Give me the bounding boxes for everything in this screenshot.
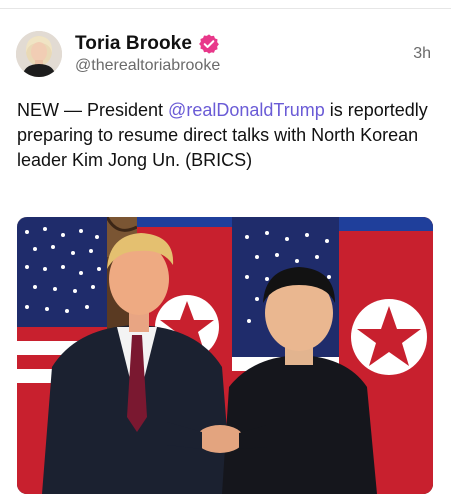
author-display-name[interactable]: Toria Brooke (75, 33, 192, 55)
post-timestamp[interactable]: 3h (413, 45, 431, 63)
post-photo[interactable] (17, 217, 433, 494)
author-handle[interactable]: @therealtoriabrooke (75, 57, 220, 75)
post-text: NEW — President @realDonaldTrump is repo… (17, 98, 437, 173)
author-row: Toria Brooke (75, 31, 220, 57)
verified-badge-icon (198, 33, 220, 55)
post-text-prefix: NEW — President (17, 100, 169, 120)
mention-link[interactable]: @realDonaldTrump (168, 100, 325, 120)
post-card[interactable]: Toria Brooke @therealtoriabrooke 3h NEW … (0, 9, 451, 500)
avatar[interactable] (16, 31, 62, 77)
